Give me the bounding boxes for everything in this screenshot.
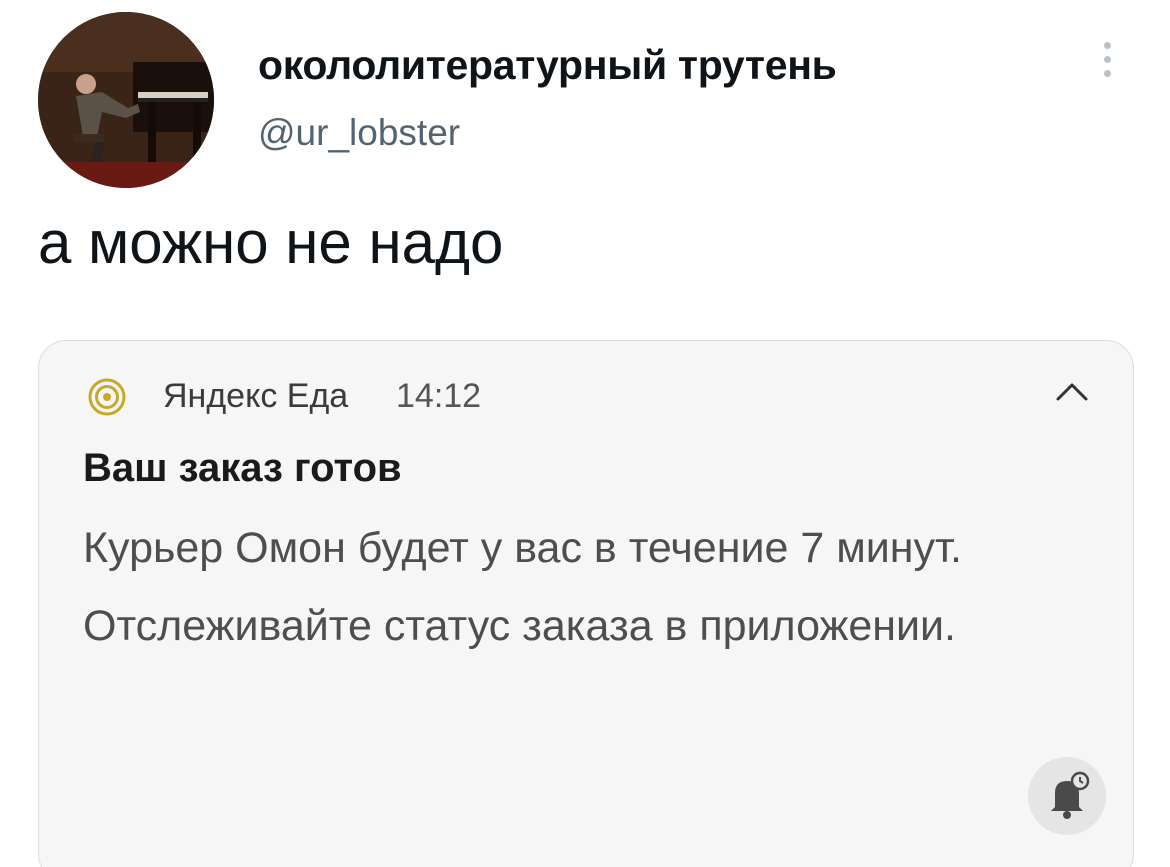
bell-snooze-button[interactable] (1028, 757, 1106, 835)
author-handle[interactable]: @ur_lobster (258, 112, 460, 154)
spiral-icon (87, 377, 127, 417)
chevron-up-icon[interactable] (1052, 375, 1092, 405)
bell-snooze-icon (1051, 771, 1090, 819)
notification-title: Ваш заказ готов (83, 446, 402, 490)
avatar[interactable] (38, 12, 214, 188)
tweet-media-notification[interactable]: Яндекс Еда 14:12 Ваш заказ готов Курьер … (38, 340, 1134, 867)
avatar-photo (38, 12, 214, 188)
tweet-text: а можно не надо (38, 209, 504, 276)
notification-body: Курьер Омон будет у вас в течение 7 мину… (83, 524, 962, 650)
tweet: окололитературный трутень @ur_lobster а … (0, 0, 1170, 867)
author-display-name[interactable]: окололитературный трутень (258, 42, 837, 89)
notification-time: 14:12 (396, 377, 482, 415)
notification-app-name: Яндекс Еда (163, 377, 349, 415)
more-vertical-icon[interactable] (1096, 42, 1118, 86)
